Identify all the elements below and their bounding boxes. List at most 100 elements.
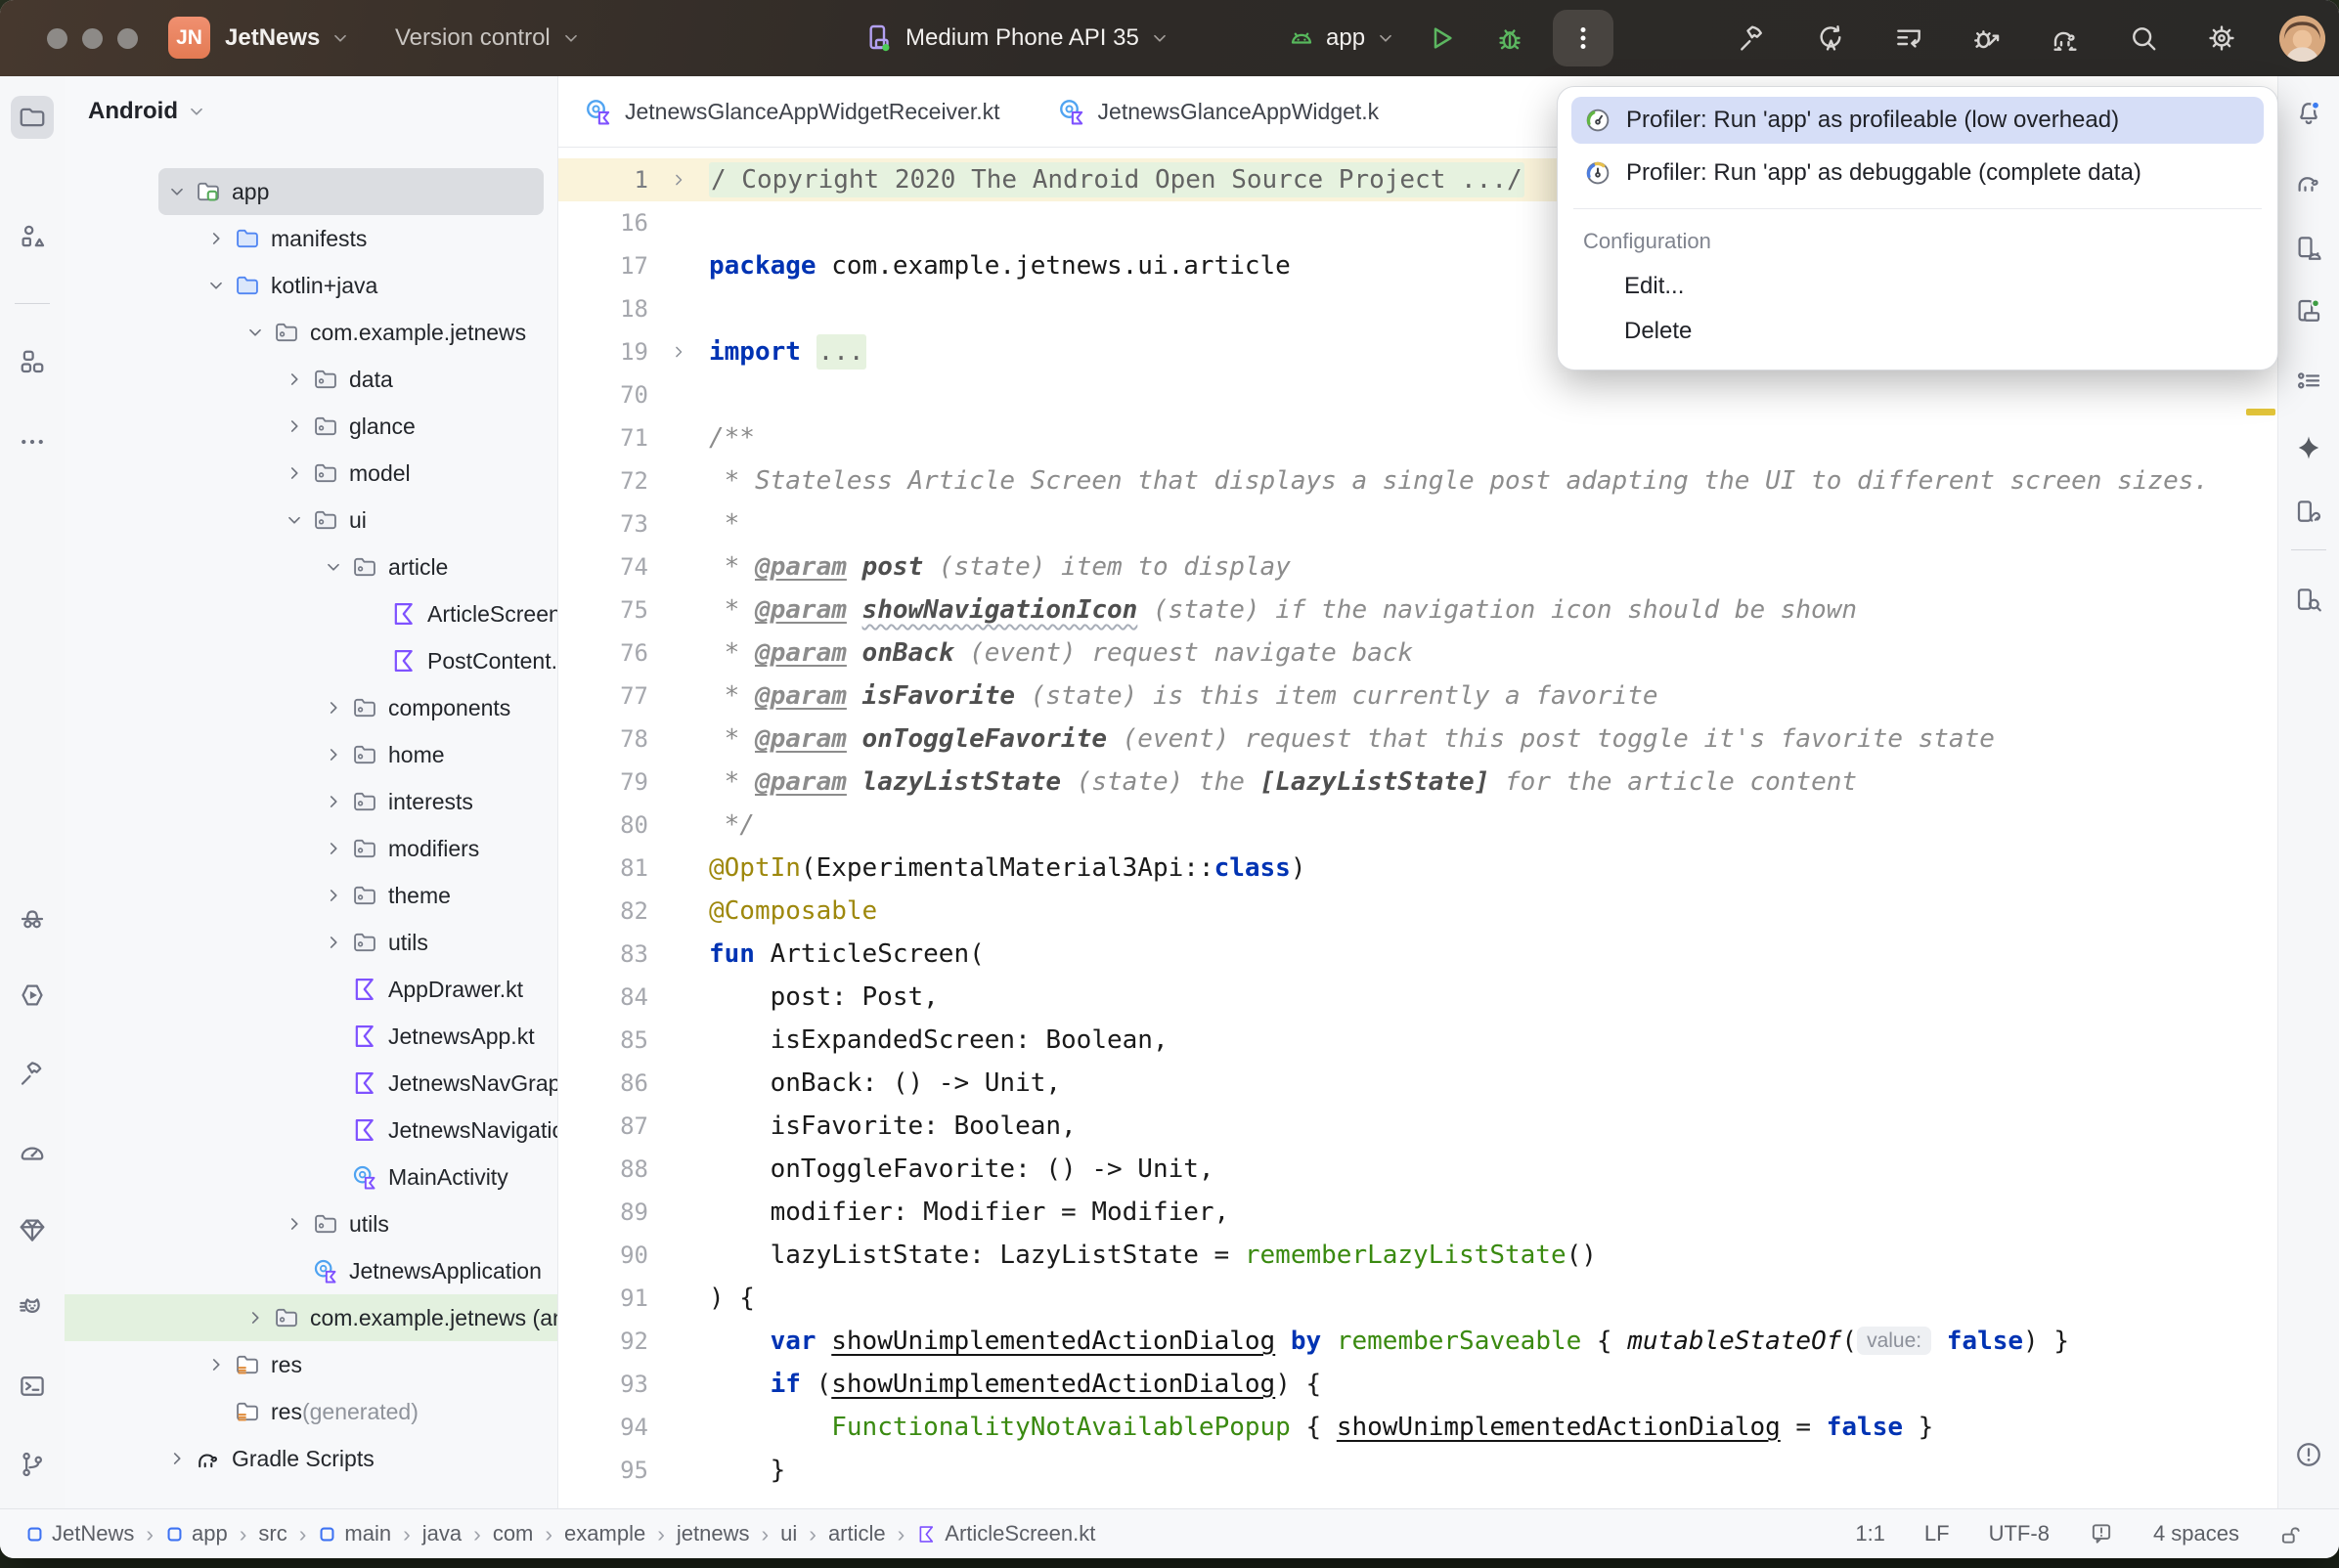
fold-marker-icon[interactable] <box>648 170 709 190</box>
code-line-88[interactable]: 88 onToggleFavorite: () -> Unit, <box>558 1148 2278 1191</box>
tree-item-interests[interactable]: interests <box>65 778 557 825</box>
window-close-button[interactable] <box>47 28 67 49</box>
code-line-74[interactable]: 74 * @param post (state) item to display <box>558 545 2278 588</box>
tree-item-glance[interactable]: glance <box>65 403 557 450</box>
tree-item-kotlin-java[interactable]: kotlin+java <box>65 262 557 309</box>
code-line-73[interactable]: 73 * <box>558 502 2278 545</box>
chevron-right-icon[interactable] <box>280 462 309 484</box>
popup-action-delete[interactable]: Delete <box>1571 309 2264 354</box>
more-run-options-button[interactable] <box>1553 10 1613 66</box>
breadcrumb-ui[interactable]: ui <box>780 1521 797 1546</box>
chevron-down-icon[interactable] <box>319 556 348 578</box>
chevron-right-icon[interactable] <box>319 697 348 719</box>
tree-item-utils[interactable]: utils <box>65 919 557 966</box>
tree-item-theme[interactable]: theme <box>65 872 557 919</box>
code-line-81[interactable]: 81@OptIn(ExperimentalMaterial3Api::class… <box>558 847 2278 890</box>
code-line-86[interactable]: 86 onBack: () -> Unit, <box>558 1062 2278 1105</box>
version-control-menu[interactable]: Version control <box>395 0 582 76</box>
attach-debugger-icon[interactable] <box>1965 0 2008 76</box>
breadcrumb-article[interactable]: article <box>828 1521 886 1546</box>
code-line-70[interactable]: 70 <box>558 373 2278 416</box>
tree-item-utils[interactable]: utils <box>65 1200 557 1247</box>
popup-item-profiler-run-app-as-profile[interactable]: Profiler: Run 'app' as profileable (low … <box>1571 97 2264 144</box>
line-ending[interactable]: LF <box>1924 1521 1950 1546</box>
apply-code-changes-icon[interactable] <box>1887 0 1930 76</box>
tree-item-jetnewsnavgraph[interactable]: JetnewsNavGraph. <box>65 1060 557 1107</box>
tree-item-app[interactable]: app <box>158 168 544 215</box>
code-line-72[interactable]: 72 * Stateless Article Screen that displ… <box>558 459 2278 502</box>
tree-item-jetnewsapplication[interactable]: JetnewsApplication <box>65 1247 557 1294</box>
tree-item-articlescreen-kt[interactable]: ArticleScreen.kt <box>65 590 557 637</box>
chevron-right-icon[interactable] <box>280 369 309 390</box>
unlock-icon[interactable] <box>2278 1521 2304 1546</box>
problems-icon[interactable] <box>2287 1433 2330 1476</box>
running-devices-icon[interactable] <box>2287 289 2330 332</box>
tree-item-jetnewsnavigation[interactable]: JetnewsNavigation <box>65 1107 557 1154</box>
chevron-down-icon[interactable] <box>241 322 270 343</box>
tree-item-appdrawer-kt[interactable]: AppDrawer.kt <box>65 966 557 1013</box>
breadcrumb-main[interactable]: main <box>318 1521 391 1546</box>
tab-jetnewsglanceappwidget-k[interactable]: JetnewsGlanceAppWidget.k <box>1057 97 1380 126</box>
code-line-80[interactable]: 80 */ <box>558 804 2278 847</box>
chevron-down-icon[interactable] <box>280 509 309 531</box>
code-line-90[interactable]: 90 lazyListState: LazyListState = rememb… <box>558 1234 2278 1277</box>
window-minimize-button[interactable] <box>82 28 103 49</box>
inspection-highlight-icon[interactable] <box>2089 1521 2114 1546</box>
project-view-selector[interactable]: Android <box>88 98 207 125</box>
breadcrumb-app[interactable]: app <box>165 1521 228 1546</box>
code-line-87[interactable]: 87 isFavorite: Boolean, <box>558 1105 2278 1148</box>
code-line-85[interactable]: 85 isExpandedScreen: Boolean, <box>558 1019 2278 1062</box>
tree-item-postcontent-kt[interactable]: PostContent.kt <box>65 637 557 684</box>
tree-item-jetnewsapp-kt[interactable]: JetnewsApp.kt <box>65 1013 557 1060</box>
tree-item-modifiers[interactable]: modifiers <box>65 825 557 872</box>
tree-item-res[interactable]: res <box>65 1341 557 1388</box>
chevron-right-icon[interactable] <box>319 744 348 765</box>
chevron-down-icon[interactable] <box>201 275 231 296</box>
tree-item-com-example-jetnews-an[interactable]: com.example.jetnews (an <box>65 1294 557 1341</box>
file-encoding[interactable]: UTF-8 <box>1989 1521 2050 1546</box>
chevron-right-icon[interactable] <box>201 228 231 249</box>
project-menu[interactable]: JetNews <box>225 0 351 76</box>
chevron-right-icon[interactable] <box>319 885 348 906</box>
run-configuration-selector[interactable]: app <box>1287 0 1396 76</box>
tree-item-manifests[interactable]: manifests <box>65 215 557 262</box>
caret-position[interactable]: 1:1 <box>1855 1521 1885 1546</box>
chevron-right-icon[interactable] <box>162 1448 192 1469</box>
todo-icon[interactable] <box>2287 360 2330 403</box>
code-line-78[interactable]: 78 * @param onToggleFavorite (event) req… <box>558 718 2278 761</box>
resource-manager-icon[interactable] <box>11 215 54 258</box>
code-line-93[interactable]: 93 if (showUnimplementedActionDialog) { <box>558 1363 2278 1406</box>
tree-item-mainactivity[interactable]: MainActivity <box>65 1154 557 1200</box>
user-avatar[interactable] <box>2279 16 2325 62</box>
tree-item-gradle-scripts[interactable]: Gradle Scripts <box>65 1435 557 1482</box>
debug-button[interactable] <box>1488 0 1531 76</box>
code-line-91[interactable]: 91) { <box>558 1277 2278 1320</box>
more-icon[interactable] <box>11 420 54 463</box>
tree-item-article[interactable]: article <box>65 544 557 590</box>
code-line-89[interactable]: 89 modifier: Modifier = Modifier, <box>558 1191 2278 1234</box>
warning-stripe-mark[interactable] <box>2246 409 2275 415</box>
tab-jetnewsglanceappwidgetreceiver-kt[interactable]: JetnewsGlanceAppWidgetReceiver.kt <box>584 97 1000 126</box>
gradle-icon[interactable] <box>2287 160 2330 203</box>
device-manager-icon[interactable] <box>2287 227 2330 270</box>
fold-marker-icon[interactable] <box>648 342 709 362</box>
chevron-down-icon[interactable] <box>162 181 192 202</box>
device-selector[interactable]: Medium Phone API 35 <box>864 0 1170 76</box>
folded-region[interactable]: / Copyright 2020 The Android Open Source… <box>709 162 1524 197</box>
code-line-83[interactable]: 83fun ArticleScreen( <box>558 933 2278 976</box>
code-line-94[interactable]: 94 FunctionalityNotAvailablePopup { show… <box>558 1406 2278 1449</box>
code-line-84[interactable]: 84 post: Post, <box>558 976 2278 1019</box>
project-icon[interactable] <box>11 96 54 139</box>
indent-setting[interactable]: 4 spaces <box>2153 1521 2239 1546</box>
breadcrumb-example[interactable]: example <box>564 1521 645 1546</box>
chevron-right-icon[interactable] <box>280 1213 309 1235</box>
apply-changes-icon[interactable] <box>1809 0 1852 76</box>
breadcrumb-com[interactable]: com <box>493 1521 534 1546</box>
code-line-95[interactable]: 95 } <box>558 1449 2278 1492</box>
chevron-right-icon[interactable] <box>319 932 348 953</box>
window-zoom-button[interactable] <box>117 28 138 49</box>
device-explorer-icon[interactable] <box>2287 579 2330 622</box>
gradle-sync-icon[interactable] <box>2044 0 2087 76</box>
logcat-icon[interactable] <box>11 1286 54 1329</box>
tree-item-components[interactable]: components <box>65 684 557 731</box>
